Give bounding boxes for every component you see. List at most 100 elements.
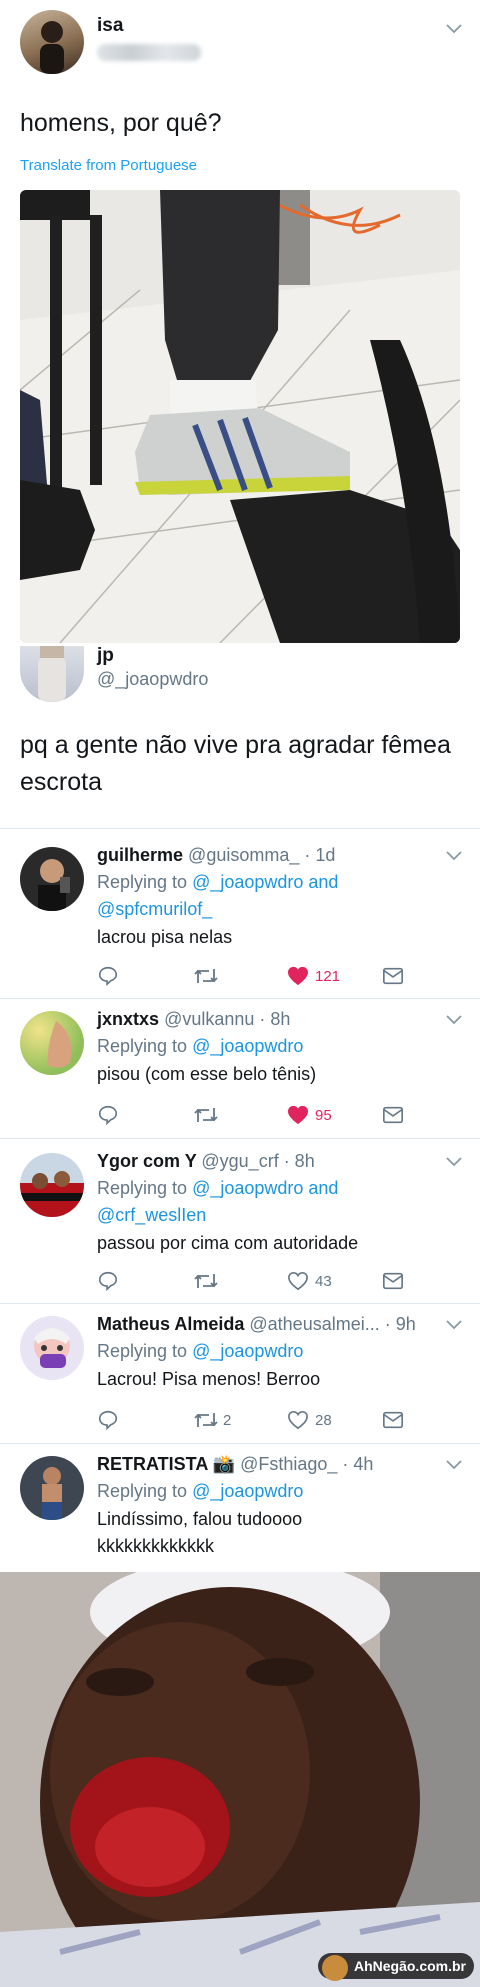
replying-prefix: Replying to	[97, 1178, 193, 1198]
reply-header: RETRATISTA 📸 @Fsthiago_ · 4h	[97, 1454, 373, 1475]
avatar-photo	[38, 646, 66, 702]
reply-button[interactable]	[97, 1408, 119, 1432]
heart-icon	[288, 966, 308, 986]
avatar-retratista[interactable]	[20, 1456, 84, 1520]
avatar-photo	[47, 1021, 72, 1068]
reply-text: passou por cima com autoridade	[97, 1233, 359, 1253]
reply-text: Lindíssimo, falou tudoooo	[97, 1509, 303, 1529]
reply-header: guilherme @guisomma_ · 1d	[97, 845, 335, 866]
reply-icon	[98, 1271, 118, 1292]
reply-author-handle[interactable]: @Fsthiago_ · 4h	[240, 1454, 373, 1474]
reply-header: jxnxtxs @vulkannu · 8h	[97, 1009, 290, 1030]
reply-header: Ygor com Y @ygu_crf · 8h	[97, 1151, 315, 1172]
avatar-photo	[40, 21, 64, 74]
like-button[interactable]: 95	[287, 1103, 332, 1127]
reply-author-handle[interactable]: @guisomma_ · 1d	[188, 845, 335, 865]
retweet-count: 2	[223, 1411, 232, 1429]
reply-author-handle[interactable]: @atheusalmei... · 9h	[249, 1314, 415, 1334]
retweet-icon	[194, 969, 218, 983]
avatar-jxnxtxs[interactable]	[20, 1011, 84, 1075]
avatar-isa[interactable]	[20, 10, 84, 74]
avatar-photo	[34, 1328, 70, 1368]
replying-to-link[interactable]: @_joaopwdro and	[192, 1178, 338, 1198]
dm-icon	[383, 1411, 403, 1429]
tweet-text-line2: escrota	[20, 768, 102, 796]
reply-author-name[interactable]: jxnxtxs	[97, 1009, 159, 1029]
reply-author-name[interactable]: RETRATISTA 📸	[97, 1454, 235, 1474]
like-button[interactable]: 28	[287, 1408, 332, 1432]
retweet-button[interactable]	[193, 964, 223, 988]
like-count: 28	[315, 1411, 332, 1429]
reply-tweet[interactable]: guilherme @guisomma_ · 1d Replying to @_…	[0, 828, 480, 998]
replying-to-link[interactable]: @_joaopwdro	[192, 1341, 303, 1361]
dm-button[interactable]	[382, 1103, 404, 1127]
like-button[interactable]: 43	[287, 1269, 332, 1293]
action-bar: 121	[97, 964, 417, 988]
reply-button[interactable]	[97, 964, 119, 988]
avatar-matheus[interactable]	[20, 1316, 84, 1380]
laughing-face-image	[0, 1572, 480, 1987]
reply-icon	[98, 1410, 118, 1431]
avatar-ygor[interactable]	[20, 1153, 84, 1217]
reply-text: pisou (com esse belo tênis)	[97, 1064, 317, 1084]
chevron-down-icon[interactable]	[446, 1458, 462, 1474]
retweet-button[interactable]: 2	[193, 1408, 231, 1432]
reply-text: Lacrou! Pisa menos! Berroo	[97, 1369, 321, 1389]
sneaker-photo	[20, 190, 460, 643]
chevron-down-icon[interactable]	[446, 22, 462, 38]
replying-to-link[interactable]: @_joaopwdro and	[192, 872, 338, 892]
reply-tweet[interactable]: RETRATISTA 📸 @Fsthiago_ · 4h Replying to…	[0, 1443, 480, 1572]
retweet-button[interactable]	[193, 1103, 223, 1127]
replying-to-link-2[interactable]: @crf_weslIen	[97, 1205, 206, 1226]
replying-to-link-2[interactable]: @spfcmurilof_	[97, 899, 212, 920]
avatar-photo	[42, 1467, 62, 1520]
reply-tweet[interactable]: Ygor com Y @ygu_crf · 8h Replying to @_j…	[0, 1138, 480, 1303]
reply-author-name[interactable]: Matheus Almeida	[97, 1314, 244, 1334]
like-count: 95	[315, 1106, 332, 1124]
dm-icon	[383, 1106, 403, 1124]
reply-icon	[98, 1105, 118, 1126]
reply-icon	[98, 966, 118, 987]
action-bar: 95	[97, 1103, 417, 1127]
reply-author-handle[interactable]: @ygu_crf · 8h	[201, 1151, 314, 1171]
chevron-down-icon[interactable]	[446, 1318, 462, 1334]
replying-to-link[interactable]: @_joaopwdro	[192, 1481, 303, 1501]
chevron-down-icon[interactable]	[446, 1155, 462, 1171]
dm-button[interactable]	[382, 964, 404, 988]
reply-header: Matheus Almeida @atheusalmei... · 9h	[97, 1314, 416, 1335]
reply-button[interactable]	[97, 1103, 119, 1127]
replying-prefix: Replying to	[97, 1481, 193, 1501]
like-button[interactable]: 121	[287, 964, 340, 988]
replying-to-link[interactable]: @_joaopwdro	[192, 1036, 303, 1056]
heart-icon	[288, 1271, 308, 1291]
retweet-button[interactable]	[193, 1269, 223, 1293]
dm-icon	[383, 967, 403, 985]
author-name[interactable]: isa	[97, 15, 123, 37]
replying-prefix: Replying to	[97, 872, 193, 892]
avatar-guilherme[interactable]	[20, 847, 84, 911]
dm-button[interactable]	[382, 1408, 404, 1432]
reply-text-2: kkkkkkkkkkkkk	[97, 1536, 214, 1556]
heart-icon	[288, 1105, 308, 1125]
chevron-down-icon[interactable]	[446, 849, 462, 865]
avatar-photo	[20, 1171, 84, 1217]
translate-link[interactable]: Translate from Portuguese	[20, 157, 197, 174]
tweet-photo[interactable]	[20, 190, 460, 643]
reply-button[interactable]	[97, 1269, 119, 1293]
tweet-text: homens, por quê?	[20, 109, 222, 137]
reply-author-name[interactable]: Ygor com Y	[97, 1151, 196, 1171]
like-count: 121	[315, 967, 341, 985]
reply-author-name[interactable]: guilherme	[97, 845, 183, 865]
avatar-jp[interactable]	[20, 646, 84, 702]
reply-tweet[interactable]: jxnxtxs @vulkannu · 8h Replying to @_joa…	[0, 998, 480, 1138]
reply-author-handle[interactable]: @vulkannu · 8h	[164, 1009, 290, 1029]
replying-prefix: Replying to	[97, 1036, 193, 1056]
reply-tweet[interactable]: Matheus Almeida @atheusalmei... · 9h Rep…	[0, 1303, 480, 1443]
dm-button[interactable]	[382, 1269, 404, 1293]
like-count: 43	[315, 1272, 332, 1290]
author-handle[interactable]: @_joaopwdro	[97, 669, 208, 690]
author-name[interactable]: jp	[97, 645, 114, 667]
dm-icon	[383, 1272, 403, 1290]
chevron-down-icon[interactable]	[446, 1013, 462, 1029]
watermark: AhNegão.com.br	[317, 1953, 474, 1981]
